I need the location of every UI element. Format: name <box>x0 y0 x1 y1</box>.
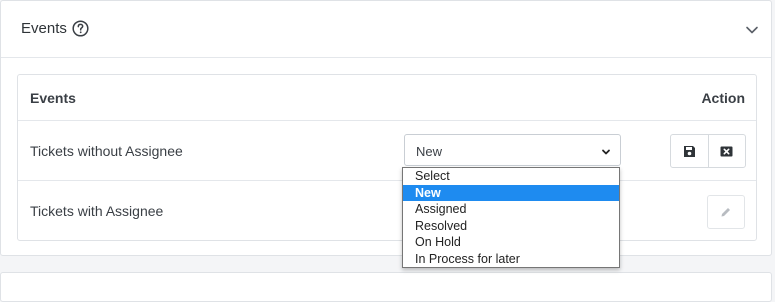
dropdown-option[interactable]: Select <box>403 168 619 185</box>
events-panel: Events Events Action Tickets without Ass… <box>0 0 772 256</box>
cancel-button[interactable] <box>707 135 746 167</box>
chevron-down-icon <box>602 149 610 155</box>
status-dropdown-list[interactable]: Select New Assigned Resolved On Hold In … <box>402 167 620 268</box>
close-box-icon <box>720 146 733 156</box>
dropdown-option[interactable]: In Process for later <box>403 251 619 268</box>
panel-title: Events <box>21 20 67 37</box>
table-row: Tickets without Assignee New <box>18 121 756 181</box>
panel-header[interactable]: Events <box>1 1 771 58</box>
chevron-down-icon[interactable] <box>745 23 759 37</box>
column-header-events: Events <box>30 90 76 106</box>
table-row: Tickets with Assignee <box>18 181 756 241</box>
event-label: Tickets with Assignee <box>30 203 164 219</box>
dropdown-option[interactable]: On Hold <box>403 234 619 251</box>
save-button[interactable] <box>671 135 708 167</box>
pencil-icon <box>721 208 730 217</box>
status-select[interactable]: New <box>404 134 621 166</box>
select-value: New <box>416 144 443 159</box>
save-icon <box>683 145 695 157</box>
row-action-buttons <box>670 134 746 168</box>
question-circle-icon[interactable] <box>72 20 89 37</box>
dropdown-option-selected[interactable]: New <box>403 184 619 201</box>
edit-button[interactable] <box>707 195 745 229</box>
event-label: Tickets without Assignee <box>30 143 183 159</box>
dropdown-option[interactable]: Resolved <box>403 218 619 235</box>
events-table: Events Action Tickets without Assignee N… <box>17 74 757 241</box>
next-panel <box>0 272 772 302</box>
table-header: Events Action <box>18 75 756 121</box>
dropdown-option[interactable]: Assigned <box>403 201 619 218</box>
column-header-action: Action <box>701 90 745 106</box>
